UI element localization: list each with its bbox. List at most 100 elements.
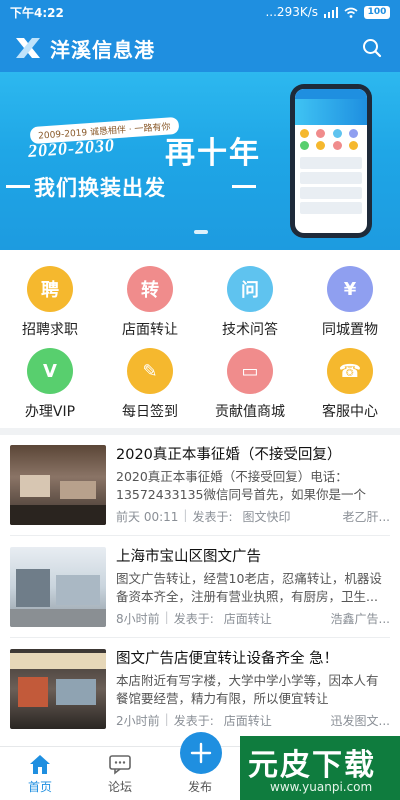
news-thumbnail: [10, 547, 106, 627]
category-label: 办理VIP: [24, 404, 76, 420]
phone-line: [300, 172, 362, 184]
vip-icon: V: [27, 348, 73, 394]
phone-dot: [316, 141, 326, 150]
category-qa[interactable]: 问 技术问答: [200, 258, 300, 340]
checkin-icon: ✎: [127, 348, 173, 394]
category-local-goods[interactable]: ¥ 同城置物: [300, 258, 400, 340]
banner-slogan: 我们换装出发: [34, 176, 166, 200]
category-label: 贡献值商城: [215, 404, 285, 420]
phone-hero: [295, 99, 367, 125]
news-section: 图文快印: [242, 510, 291, 524]
news-thumbnail: [10, 445, 106, 525]
category-customer-service[interactable]: ☎ 客服中心: [300, 340, 400, 422]
publish-button[interactable]: [180, 732, 222, 774]
network-speed: ...293K/s: [265, 5, 318, 19]
home-icon: [30, 755, 50, 774]
meta-separator: |: [183, 508, 188, 522]
nav-home-label: 首页: [27, 780, 52, 794]
news-posted-label: 发表于:: [173, 714, 214, 728]
nav-home[interactable]: 首页: [0, 747, 80, 800]
news-section: 店面转让: [223, 714, 272, 728]
customer-service-icon: ☎: [327, 348, 373, 394]
app-title: 洋溪信息港: [50, 37, 155, 62]
category-recruit[interactable]: 聘 招聘求职: [0, 258, 100, 340]
news-meta: 前天 00:11 | 发表于: 图文快印 老乙肝...: [116, 508, 390, 525]
qa-icon: 问: [227, 266, 273, 312]
phone-mockup: [290, 84, 372, 238]
section-divider: [0, 428, 400, 435]
row-divider: [10, 637, 390, 638]
category-points-mall[interactable]: ▭ 贡献值商城: [200, 340, 300, 422]
site-watermark: 元皮下载 www.yuanpi.com: [240, 736, 400, 800]
news-meta: 8小时前 | 发表于: 店面转让 浩鑫广告...: [116, 610, 390, 627]
row-divider: [10, 535, 390, 536]
phone-line: [300, 202, 362, 214]
news-meta: 2小时前 | 发表于: 店面转让 迅发图文...: [116, 712, 390, 729]
phone-dot: [300, 129, 309, 138]
nav-publish-label: 发布: [187, 780, 212, 794]
category-checkin[interactable]: ✎ 每日签到: [100, 340, 200, 422]
local-goods-icon: ¥: [327, 266, 373, 312]
news-content: 上海市宝山区图文广告 图文广告转让，经营10老店，忍痛转让，机器设备资本齐全，注…: [116, 547, 390, 635]
nav-forum-label: 论坛: [107, 780, 132, 794]
phone-header: [295, 89, 367, 99]
thumbnail-graphic: [10, 475, 106, 525]
watermark-url: www.yuanpi.com: [270, 780, 373, 794]
nav-forum[interactable]: 论坛: [80, 747, 160, 800]
meta-separator: |: [164, 712, 169, 726]
app-header: 洋溪信息港: [0, 24, 400, 72]
category-label: 客服中心: [322, 404, 378, 420]
search-icon: [363, 39, 382, 58]
forum-icon: [109, 755, 131, 775]
category-shop-transfer[interactable]: 转 店面转让: [100, 258, 200, 340]
news-description: 图文广告转让，经营10老店，忍痛转让，机器设备资本齐全，注册有营业执照，有厨房，…: [116, 571, 382, 604]
phone-dot: [348, 129, 358, 138]
wifi-icon: [344, 7, 358, 18]
thumbnail-graphic: [10, 569, 106, 627]
phone-line: [300, 187, 362, 199]
recruit-icon: 聘: [27, 266, 73, 312]
category-label: 招聘求职: [22, 322, 78, 338]
news-time: 2小时前: [116, 714, 160, 728]
app-logo-icon: [16, 38, 40, 58]
news-item[interactable]: 图文广告店便宜转让设备齐全 急！ 本店附近有写字楼，大学中学小学等，因本人有餐馆…: [0, 639, 400, 737]
points-mall-icon: ▭: [227, 348, 273, 394]
watermark-name: 元皮下载: [248, 748, 376, 783]
news-content: 2020真正本事征婚（不接受回复） 2020真正本事征婚（不接受回复）电话：13…: [116, 445, 390, 533]
plus-icon: [190, 742, 212, 764]
category-vip[interactable]: V 办理VIP: [0, 340, 100, 422]
phone-line: [300, 157, 362, 169]
category-label: 技术问答: [222, 322, 278, 338]
battery-icon: 100: [364, 5, 390, 19]
news-posted-label: 发表于:: [173, 612, 214, 626]
news-time: 前天 00:11: [116, 510, 179, 524]
news-author: 浩鑫广告...: [330, 612, 390, 626]
news-title: 2020真正本事征婚（不接受回复）: [116, 447, 342, 463]
news-content: 图文广告店便宜转让设备齐全 急！ 本店附近有写字楼，大学中学小学等，因本人有餐馆…: [116, 649, 390, 737]
phone-dot: [300, 141, 309, 150]
phone-dot: [332, 129, 342, 138]
phone-dot: [348, 141, 358, 150]
status-bar: 下午4:22 ...293K/s 100: [0, 0, 400, 24]
news-author: 迅发图文...: [330, 714, 390, 728]
news-section: 店面转让: [223, 612, 272, 626]
category-label: 每日签到: [122, 404, 178, 420]
status-time: 下午4:22: [10, 5, 64, 20]
category-label: 同城置物: [322, 322, 378, 338]
news-author: 老乙肝...: [342, 510, 390, 524]
promo-banner[interactable]: 2009-2019 诚恳相伴 · 一路有你 2020-2030 再十年 我们换装…: [0, 72, 400, 250]
search-button[interactable]: [358, 34, 386, 62]
phone-dot: [316, 129, 326, 138]
phone-screen: [295, 89, 367, 233]
signal-icon: [324, 6, 338, 18]
news-item[interactable]: 2020真正本事征婚（不接受回复） 2020真正本事征婚（不接受回复）电话：13…: [0, 435, 400, 533]
phone-dot: [332, 141, 342, 150]
banner-dash-right: [232, 185, 256, 188]
banner-headline: 再十年: [165, 137, 261, 170]
news-title: 上海市宝山区图文广告: [116, 549, 261, 565]
category-label: 店面转让: [122, 322, 178, 338]
news-item[interactable]: 上海市宝山区图文广告 图文广告转让，经营10老店，忍痛转让，机器设备资本齐全，注…: [0, 537, 400, 635]
meta-separator: |: [164, 610, 169, 624]
shop-transfer-icon: 转: [127, 266, 173, 312]
status-indicators: ...293K/s 100: [265, 5, 390, 19]
